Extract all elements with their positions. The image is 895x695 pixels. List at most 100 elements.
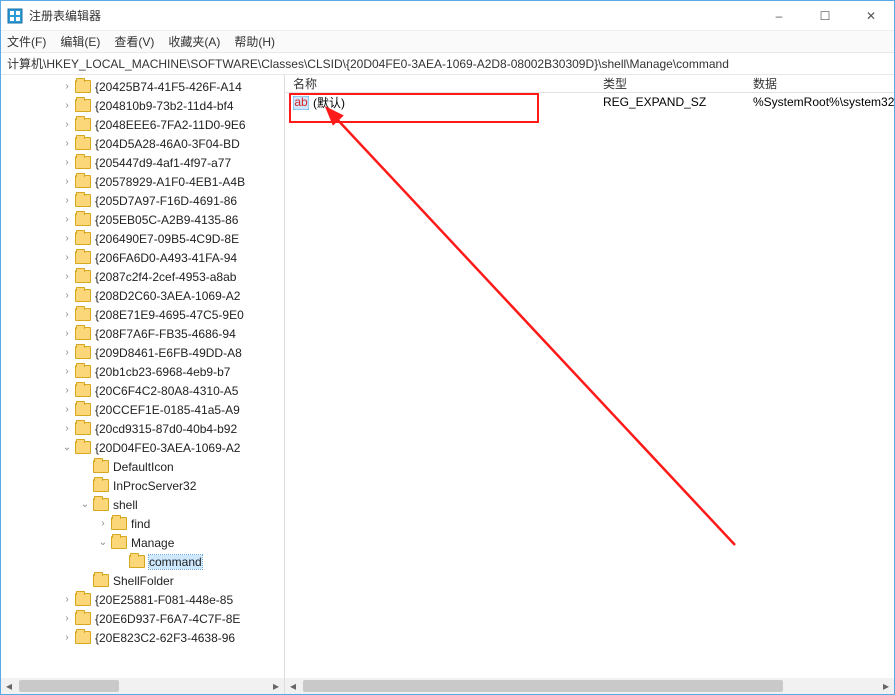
tree-item[interactable]: ⌄{20D04FE0-3AEA-1069-A2 bbox=[1, 438, 284, 457]
value-row[interactable]: ab(默认)REG_EXPAND_SZ%SystemRoot%\system32… bbox=[285, 93, 894, 111]
chevron-right-icon[interactable]: › bbox=[61, 233, 73, 245]
chevron-right-icon[interactable]: › bbox=[61, 119, 73, 131]
window-controls: – ☐ ✕ bbox=[756, 1, 894, 30]
values-horizontal-scrollbar[interactable]: ◂ ▸ bbox=[285, 678, 894, 694]
tree-item[interactable]: › find bbox=[1, 514, 284, 533]
tree-item[interactable]: ›{208E71E9-4695-47C5-9E0 bbox=[1, 305, 284, 324]
tree-item-label: {20E6D937-F6A7-4C7F-8E bbox=[95, 612, 240, 626]
chevron-right-icon[interactable]: › bbox=[61, 100, 73, 112]
tree-item-label: {206FA6D0-A493-41FA-94 bbox=[95, 251, 237, 265]
folder-icon bbox=[75, 194, 91, 207]
tree-item[interactable]: › {206FA6D0-A493-41FA-94 bbox=[1, 248, 284, 267]
menu-edit[interactable]: 编辑(E) bbox=[60, 33, 100, 50]
values-list-body[interactable]: ab(默认)REG_EXPAND_SZ%SystemRoot%\system32… bbox=[285, 93, 894, 111]
folder-icon bbox=[75, 251, 91, 264]
chevron-right-icon[interactable]: › bbox=[61, 613, 73, 625]
tree-item[interactable]: › {20E6D937-F6A7-4C7F-8E bbox=[1, 609, 284, 628]
tree-item[interactable]: › {205D7A97-F16D-4691-86 bbox=[1, 191, 284, 210]
menu-view[interactable]: 查看(V) bbox=[114, 33, 154, 50]
tree-item[interactable]: ›{20CCEF1E-0185-41a5-A9 bbox=[1, 400, 284, 419]
scroll-right-arrow-icon[interactable]: ▸ bbox=[268, 678, 284, 694]
folder-icon bbox=[111, 536, 127, 549]
chevron-right-icon[interactable]: › bbox=[61, 366, 73, 378]
tree-item[interactable]: ›{20b1cb23-6968-4eb9-b7 bbox=[1, 362, 284, 381]
address-bar[interactable]: 计算机\HKEY_LOCAL_MACHINE\SOFTWARE\Classes\… bbox=[1, 53, 894, 75]
chevron-down-icon[interactable]: ⌄ bbox=[97, 537, 109, 549]
column-header-type[interactable]: 类型 bbox=[595, 75, 745, 92]
tree-item[interactable]: ›{204810b9-73b2-11d4-bf4 bbox=[1, 96, 284, 115]
value-name-cell: ab(默认) bbox=[285, 94, 595, 111]
tree-item[interactable]: › {208F7A6F-FB35-4686-94 bbox=[1, 324, 284, 343]
scroll-left-arrow-icon[interactable]: ◂ bbox=[1, 678, 17, 694]
tree-item[interactable]: InProcServer32 bbox=[1, 476, 284, 495]
chevron-right-icon[interactable]: › bbox=[61, 309, 73, 321]
folder-icon bbox=[75, 156, 91, 169]
chevron-right-icon[interactable]: › bbox=[61, 81, 73, 93]
chevron-right-icon[interactable]: › bbox=[61, 404, 73, 416]
chevron-right-icon[interactable]: › bbox=[61, 594, 73, 606]
tree-item-label: {205D7A97-F16D-4691-86 bbox=[95, 194, 237, 208]
folder-icon bbox=[75, 612, 91, 625]
chevron-right-icon[interactable]: › bbox=[61, 195, 73, 207]
tree-scroll-area[interactable]: ›{20425B74-41F5-426F-A14›{204810b9-73b2-… bbox=[1, 75, 284, 678]
tree-item[interactable]: DefaultIcon bbox=[1, 457, 284, 476]
scroll-right-arrow-icon[interactable]: ▸ bbox=[878, 678, 894, 694]
tree-item[interactable]: ›{2087c2f4-2cef-4953-a8ab bbox=[1, 267, 284, 286]
chevron-right-icon[interactable]: › bbox=[61, 252, 73, 264]
chevron-right-icon[interactable]: › bbox=[61, 214, 73, 226]
tree-item[interactable]: ›{20cd9315-87d0-40b4-b92 bbox=[1, 419, 284, 438]
chevron-right-icon[interactable]: › bbox=[61, 176, 73, 188]
scroll-thumb[interactable] bbox=[19, 680, 119, 692]
tree-item-label: {206490E7-09B5-4C9D-8E bbox=[95, 232, 239, 246]
chevron-right-icon[interactable]: › bbox=[61, 385, 73, 397]
tree-item-label: {208F7A6F-FB35-4686-94 bbox=[95, 327, 236, 341]
chevron-right-icon[interactable]: › bbox=[61, 632, 73, 644]
tree-horizontal-scrollbar[interactable]: ◂ ▸ bbox=[1, 678, 284, 694]
tree-item[interactable]: ›{205EB05C-A2B9-4135-86 bbox=[1, 210, 284, 229]
scroll-thumb[interactable] bbox=[303, 680, 783, 692]
tree-item[interactable]: ⌄Manage bbox=[1, 533, 284, 552]
close-button[interactable]: ✕ bbox=[848, 1, 894, 30]
tree-item[interactable]: ›{20E25881-F081-448e-85 bbox=[1, 590, 284, 609]
scroll-left-arrow-icon[interactable]: ◂ bbox=[285, 678, 301, 694]
menu-favorites[interactable]: 收藏夹(A) bbox=[168, 33, 220, 50]
tree-item[interactable]: ›{2048EEE6-7FA2-11D0-9E6 bbox=[1, 115, 284, 134]
folder-icon bbox=[93, 460, 109, 473]
tree-item[interactable]: command bbox=[1, 552, 284, 571]
tree-item[interactable]: › {20E823C2-62F3-4638-96 bbox=[1, 628, 284, 647]
value-name-label: (默认) bbox=[313, 96, 345, 110]
tree-item[interactable]: ShellFolder bbox=[1, 571, 284, 590]
menu-file[interactable]: 文件(F) bbox=[7, 33, 46, 50]
chevron-right-icon[interactable]: › bbox=[61, 290, 73, 302]
tree-item-label: {204D5A28-46A0-3F04-BD bbox=[95, 137, 240, 151]
chevron-right-icon[interactable]: › bbox=[61, 157, 73, 169]
tree-item[interactable]: ›{20C6F4C2-80A8-4310-A5 bbox=[1, 381, 284, 400]
folder-icon bbox=[75, 631, 91, 644]
maximize-button[interactable]: ☐ bbox=[802, 1, 848, 30]
column-header-name[interactable]: 名称 bbox=[285, 75, 595, 92]
scroll-track[interactable] bbox=[17, 678, 268, 694]
tree-item[interactable]: ›{20425B74-41F5-426F-A14 bbox=[1, 77, 284, 96]
scroll-track[interactable] bbox=[301, 678, 878, 694]
tree-item[interactable]: ›{205447d9-4af1-4f97-a77 bbox=[1, 153, 284, 172]
chevron-right-icon[interactable]: › bbox=[61, 271, 73, 283]
chevron-right-icon[interactable]: › bbox=[61, 138, 73, 150]
chevron-right-icon[interactable]: › bbox=[61, 347, 73, 359]
chevron-right-icon[interactable]: › bbox=[61, 328, 73, 340]
chevron-down-icon[interactable]: ⌄ bbox=[79, 499, 91, 511]
menu-help[interactable]: 帮助(H) bbox=[234, 33, 275, 50]
column-header-data[interactable]: 数据 bbox=[745, 75, 894, 92]
chevron-right-icon[interactable]: › bbox=[61, 423, 73, 435]
tree-item[interactable]: › {206490E7-09B5-4C9D-8E bbox=[1, 229, 284, 248]
tree-item-label: {20E823C2-62F3-4638-96 bbox=[95, 631, 235, 645]
minimize-button[interactable]: – bbox=[756, 1, 802, 30]
tree-item-label: find bbox=[131, 517, 150, 531]
tree-item[interactable]: ›{20578929-A1F0-4EB1-A4B bbox=[1, 172, 284, 191]
chevron-right-icon[interactable]: › bbox=[97, 518, 109, 530]
tree-item[interactable]: ›{209D8461-E6FB-49DD-A8 bbox=[1, 343, 284, 362]
chevron-down-icon[interactable]: ⌄ bbox=[61, 442, 73, 454]
tree-item[interactable]: ›{208D2C60-3AEA-1069-A2 bbox=[1, 286, 284, 305]
tree-item[interactable]: ⌄shell bbox=[1, 495, 284, 514]
tree-item[interactable]: › {204D5A28-46A0-3F04-BD bbox=[1, 134, 284, 153]
registry-tree: ›{20425B74-41F5-426F-A14›{204810b9-73b2-… bbox=[1, 75, 284, 647]
